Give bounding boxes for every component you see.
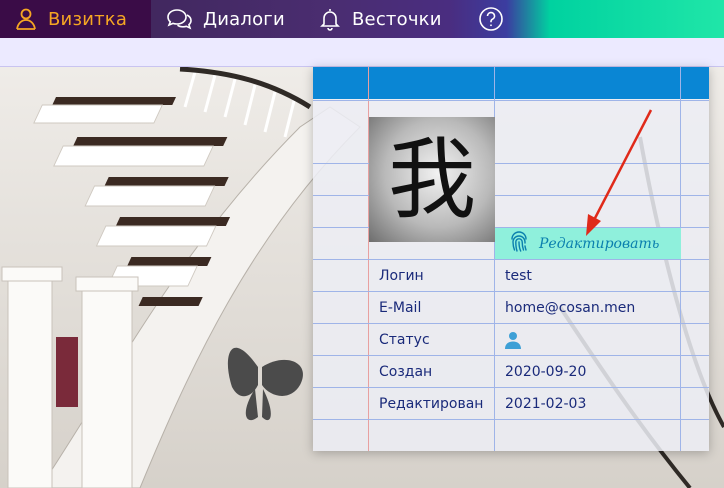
- annotation-arrow: [586, 109, 653, 236]
